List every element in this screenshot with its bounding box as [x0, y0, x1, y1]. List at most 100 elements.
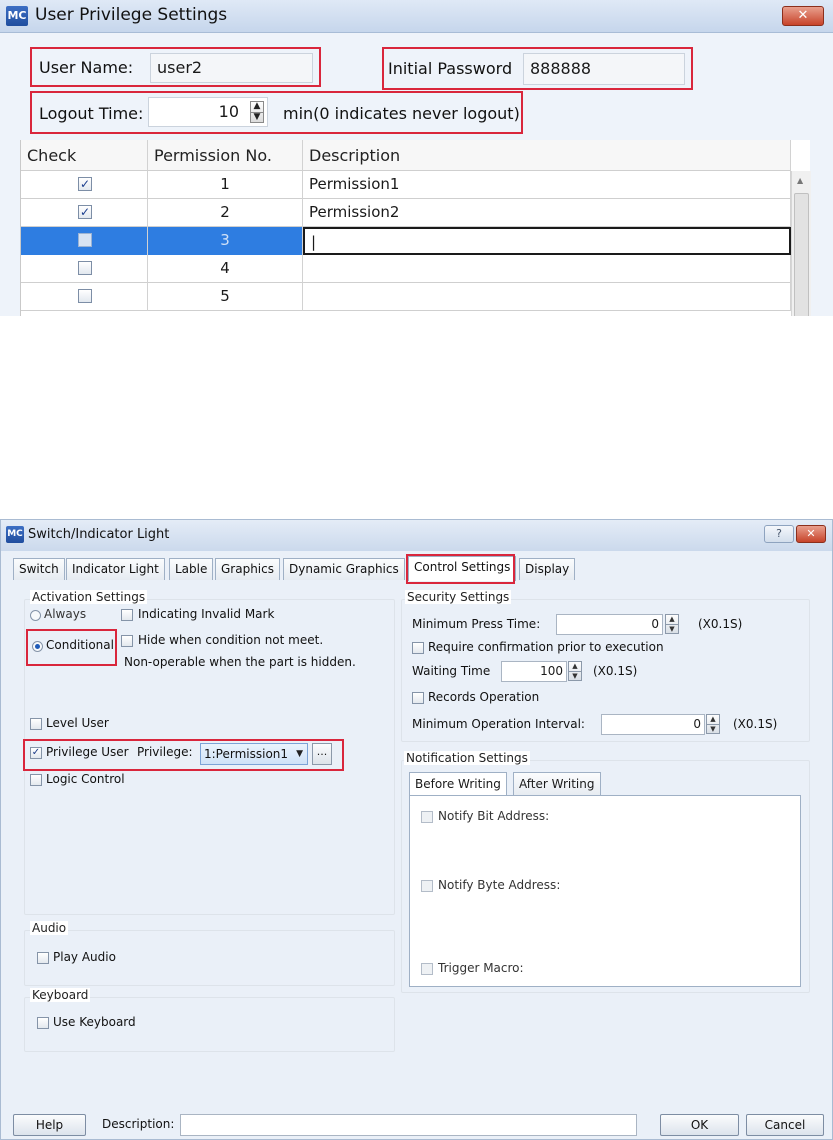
window-title: Switch/Indicator Light: [28, 527, 170, 542]
waiting-time-unit: (X0.1S): [593, 664, 638, 678]
check-cell[interactable]: ✓: [21, 171, 148, 199]
initial-password-label: Initial Password: [388, 59, 513, 78]
logout-time-spin-icon[interactable]: ▲ ▼: [250, 101, 264, 123]
privilege-user-checkbox[interactable]: ✓: [30, 747, 42, 759]
min-interval-spin-icon[interactable]: ▲ ▼: [706, 714, 720, 734]
notify-bit-address-label: Notify Bit Address:: [438, 809, 550, 823]
help-button[interactable]: Help: [13, 1114, 86, 1136]
app-logo-icon: MC: [6, 526, 24, 543]
keyboard-title: Keyboard: [30, 988, 91, 1002]
use-keyboard-checkbox[interactable]: [37, 1017, 49, 1029]
row-checkbox[interactable]: ✓: [78, 205, 92, 219]
close-button[interactable]: ✕: [782, 6, 824, 26]
hide-when-checkbox[interactable]: [121, 635, 133, 647]
level-user-label: Level User: [46, 716, 109, 730]
check-cell[interactable]: [21, 283, 148, 311]
scrollbar-thumb[interactable]: [794, 193, 809, 316]
description-cell[interactable]: [303, 255, 791, 283]
check-cell[interactable]: ✓: [21, 199, 148, 227]
non-operable-note: Non-operable when the part is hidden.: [124, 655, 356, 669]
table-row[interactable]: 5: [21, 283, 791, 311]
level-user-checkbox[interactable]: [30, 718, 42, 730]
waiting-time-spin-icon[interactable]: ▲ ▼: [568, 661, 582, 681]
app-logo-icon: MC: [6, 6, 28, 26]
play-audio-label: Play Audio: [53, 950, 116, 964]
hide-when-label: Hide when condition not meet.: [138, 633, 324, 647]
waiting-time-label: Waiting Time: [412, 664, 491, 678]
column-header-description[interactable]: Description: [303, 140, 791, 171]
description-cell[interactable]: [303, 283, 791, 311]
description-cell[interactable]: Permission2: [303, 199, 791, 227]
description-field[interactable]: [180, 1114, 637, 1136]
privilege-user-label: Privilege User: [46, 745, 129, 759]
tab-switch[interactable]: Switch: [13, 558, 65, 580]
permission-no-cell: 1: [148, 171, 303, 199]
tab-before-writing[interactable]: Before Writing: [409, 772, 507, 796]
close-button[interactable]: ✕: [796, 525, 826, 543]
play-audio-checkbox[interactable]: [37, 952, 49, 964]
column-header-permission-no[interactable]: Permission No.: [148, 140, 303, 171]
min-press-time-label: Minimum Press Time:: [412, 617, 541, 631]
check-cell[interactable]: [21, 255, 148, 283]
scroll-up-icon[interactable]: ▲: [797, 176, 803, 185]
ok-button[interactable]: OK: [660, 1114, 739, 1136]
permission-no-cell: 2: [148, 199, 303, 227]
initial-password-field[interactable]: 888888: [523, 53, 685, 85]
switch-indicator-window: MC Switch/Indicator Light ? ✕ Switch Ind…: [0, 519, 833, 1140]
help-icon[interactable]: ?: [764, 525, 794, 543]
waiting-time-field[interactable]: 100: [501, 661, 567, 682]
min-interval-unit: (X0.1S): [733, 717, 778, 731]
description-cell[interactable]: Permission1: [303, 171, 791, 199]
title-bar: MC User Privilege Settings ✕: [0, 0, 833, 33]
always-radio[interactable]: [30, 610, 41, 621]
row-checkbox[interactable]: [78, 289, 92, 303]
conditional-radio[interactable]: [32, 641, 43, 652]
tab-dynamic-graphics[interactable]: Dynamic Graphics: [283, 558, 405, 580]
table-row-selected[interactable]: 3 |: [21, 227, 791, 255]
audio-title: Audio: [30, 921, 69, 935]
min-operation-interval-field[interactable]: 0: [601, 714, 705, 735]
tab-display[interactable]: Display: [519, 558, 576, 580]
row-checkbox[interactable]: ✓: [78, 177, 92, 191]
logout-time-value[interactable]: 10: [219, 102, 239, 121]
privilege-browse-button[interactable]: ...: [312, 743, 332, 765]
require-confirmation-label: Require confirmation prior to execution: [428, 640, 664, 654]
row-checkbox[interactable]: [78, 233, 92, 247]
logout-time-stepper[interactable]: 10 ▲ ▼: [148, 97, 268, 127]
min-press-spin-icon[interactable]: ▲ ▼: [665, 614, 679, 634]
table-row[interactable]: 4: [21, 255, 791, 283]
row-checkbox[interactable]: [78, 261, 92, 275]
table-row[interactable]: ✓ 2 Permission2: [21, 199, 791, 227]
require-confirmation-checkbox[interactable]: [412, 642, 424, 654]
title-bar: MC Switch/Indicator Light ? ✕: [1, 520, 832, 551]
column-header-check[interactable]: Check: [21, 140, 148, 171]
notify-byte-address-checkbox[interactable]: [421, 880, 433, 892]
activation-settings-title: Activation Settings: [30, 590, 148, 604]
permission-no-cell: 3: [148, 227, 303, 255]
privilege-dropdown-value: 1:Permission1: [204, 747, 289, 761]
chevron-down-icon[interactable]: ▼: [296, 744, 303, 764]
trigger-macro-checkbox[interactable]: [421, 963, 433, 975]
check-cell[interactable]: [21, 227, 148, 255]
always-label: Always: [44, 607, 87, 621]
tab-after-writing[interactable]: After Writing: [513, 772, 601, 796]
tab-lable[interactable]: Lable: [169, 558, 214, 580]
security-settings-title: Security Settings: [405, 590, 512, 604]
user-name-field[interactable]: user2: [150, 53, 313, 83]
use-keyboard-label: Use Keyboard: [53, 1015, 136, 1029]
logic-control-checkbox[interactable]: [30, 774, 42, 786]
tab-indicator-light[interactable]: Indicator Light: [66, 558, 165, 580]
description-cell-editing[interactable]: |: [303, 227, 791, 255]
privilege-label: Privilege:: [137, 745, 193, 759]
table-row[interactable]: ✓ 1 Permission1: [21, 171, 791, 199]
records-operation-checkbox[interactable]: [412, 692, 424, 704]
cancel-button[interactable]: Cancel: [746, 1114, 824, 1136]
indicating-invalid-mark-checkbox[interactable]: [121, 609, 133, 621]
logout-time-label: Logout Time:: [39, 104, 144, 123]
indicating-invalid-mark-label: Indicating Invalid Mark: [138, 607, 275, 621]
notify-bit-address-checkbox[interactable]: [421, 811, 433, 823]
tab-graphics[interactable]: Graphics: [215, 558, 280, 580]
min-press-time-field[interactable]: 0: [556, 614, 663, 635]
privilege-dropdown[interactable]: 1:Permission1 ▼: [200, 743, 308, 765]
vertical-scrollbar[interactable]: ▲: [791, 171, 811, 316]
